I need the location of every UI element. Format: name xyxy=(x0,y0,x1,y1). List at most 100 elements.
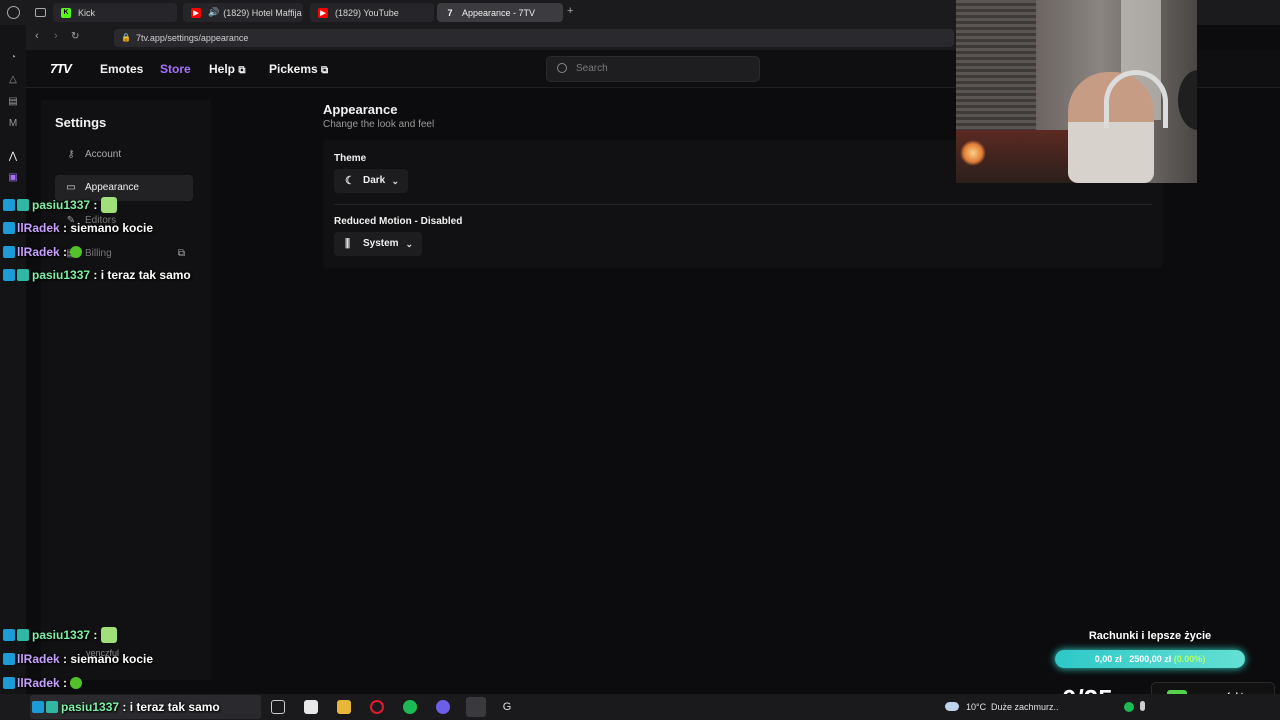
store-icon[interactable] xyxy=(304,700,318,714)
search-icon xyxy=(557,63,567,73)
youtube-icon: ▶ xyxy=(191,7,201,18)
reduced-motion-label: Reduced Motion - Disabled xyxy=(334,216,463,227)
tab-overview-icon[interactable] xyxy=(35,8,46,17)
task-view-icon[interactable] xyxy=(271,700,285,714)
weather-temp: 10°C xyxy=(966,702,987,712)
settings-item-label: Appearance xyxy=(85,182,139,193)
sub-badge-icon xyxy=(46,701,58,713)
tab-label: Kick xyxy=(78,7,96,18)
chat-username: llRadek xyxy=(17,245,60,259)
goal-percent: (0.00%) xyxy=(1173,654,1206,664)
nav-help[interactable]: Help ⧉ xyxy=(209,62,246,76)
tab-hotel-maffija[interactable]: ▶ 🔊 (1829) Hotel Maffija xyxy=(183,3,303,22)
settings-item-account[interactable]: ⚷ Account xyxy=(55,142,193,168)
chat-message: siemano kocie xyxy=(70,221,154,235)
theme-value: Dark xyxy=(363,175,386,186)
logitech-icon[interactable]: G xyxy=(500,700,514,714)
kick-badge-icon xyxy=(3,269,15,281)
settings-title: Settings xyxy=(55,115,107,130)
tab-label: (1829) Hotel Maffija xyxy=(223,7,302,18)
browser-menu-icon[interactable] xyxy=(7,6,20,19)
spotify-tray-icon[interactable] xyxy=(1124,702,1134,712)
notes-icon[interactable]: ▤ xyxy=(6,95,20,109)
moon-icon: ☾ xyxy=(345,175,355,187)
chat-line: pasiu1337 : xyxy=(3,625,117,645)
weather-text: Duże zachmurz... xyxy=(991,702,1059,712)
tab-appearance-7tv[interactable]: 7 Appearance - 7TV xyxy=(437,3,563,22)
webcam-overlay xyxy=(956,0,1197,183)
messenger-icon[interactable]: M xyxy=(6,117,20,131)
history-icon[interactable]: ◔ xyxy=(6,51,20,65)
goal-target: 2500,00 zł xyxy=(1129,654,1172,664)
chat-separator: : xyxy=(59,221,71,235)
chat-separator: : xyxy=(59,676,71,690)
chat-username: llRadek xyxy=(17,221,60,235)
divider xyxy=(334,204,1152,205)
page-subtitle: Change the look and feel xyxy=(323,119,435,130)
aria-icon[interactable]: △ xyxy=(6,73,20,87)
chat-line: llRadek : xyxy=(3,242,83,262)
emote-icon xyxy=(100,197,117,213)
reduced-motion-dropdown[interactable]: ⫼ System ⌄ xyxy=(334,232,422,256)
mic-tray-icon[interactable] xyxy=(1140,701,1145,711)
kick-badge-icon xyxy=(32,701,44,713)
weather-icon xyxy=(945,702,959,711)
reload-icon[interactable]: ↻ xyxy=(71,31,79,42)
spotify-icon[interactable] xyxy=(403,700,417,714)
settings-sidebar: Settings ⚷ Account ▭ Appearance ✎ Editor… xyxy=(41,100,211,680)
goal-progress-bar: 0,00 zł 2500,00 zł (0.00%) xyxy=(1055,650,1245,668)
speaker-icon[interactable]: 🔊 xyxy=(208,7,219,18)
chat-separator: : xyxy=(90,198,101,212)
theme-dropdown[interactable]: ☾ Dark ⌄ xyxy=(334,169,408,193)
settings-item-label: Billing xyxy=(85,248,112,259)
search-placeholder: Search xyxy=(576,63,608,74)
chat-line: pasiu1337 : xyxy=(3,195,117,215)
donation-goal-widget: Rachunki i lepsze życie 0,00 zł 2500,00 … xyxy=(1054,628,1246,672)
sub-badge-icon xyxy=(17,269,29,281)
arc-icon[interactable]: ⋀ xyxy=(6,150,20,164)
chevron-down-icon: ⌄ xyxy=(405,239,413,249)
chat-username: pasiu1337 xyxy=(32,268,91,282)
tab-youtube[interactable]: ▶ (1829) YouTube xyxy=(310,3,434,22)
nav-emotes[interactable]: Emotes xyxy=(100,62,143,76)
tab-kick[interactable]: K Kick xyxy=(53,3,177,22)
chat-username: pasiu1337 xyxy=(32,628,91,642)
chat-separator: : xyxy=(59,245,71,259)
chat-message: i teraz tak samo xyxy=(129,700,220,714)
nav-store[interactable]: Store xyxy=(160,62,191,76)
chat-line: llRadek : siemano kocie xyxy=(3,649,153,669)
tab-label: Appearance - 7TV xyxy=(462,7,536,18)
obs-icon[interactable] xyxy=(466,697,486,717)
external-link-icon: ⧉ xyxy=(238,65,246,76)
url-field[interactable]: 🔒 7tv.app/settings/appearance xyxy=(114,29,954,47)
7tv-icon: 7 xyxy=(447,7,453,18)
chevron-down-icon: ⌄ xyxy=(391,176,399,186)
chat-separator: : xyxy=(90,268,101,282)
kick-icon: K xyxy=(61,7,71,18)
taskbar-search[interactable]: pasiu1337 : i teraz tak samo xyxy=(30,695,261,719)
page-title: Appearance xyxy=(323,102,398,117)
twitch-icon[interactable]: ▣ xyxy=(6,171,20,185)
window-blinds xyxy=(956,0,1036,150)
chat-separator: : xyxy=(90,628,101,642)
kick-badge-icon xyxy=(3,222,15,234)
chat-watermark: venczful xyxy=(86,648,120,658)
search-input[interactable]: Search xyxy=(546,56,760,82)
discord-icon[interactable] xyxy=(436,700,450,714)
file-explorer-icon[interactable] xyxy=(337,700,351,714)
external-link-icon: ⧉ xyxy=(321,65,329,76)
7tv-logo[interactable]: 7TV xyxy=(50,61,72,76)
forward-icon[interactable]: › xyxy=(54,30,58,42)
chat-username: pasiu1337 xyxy=(61,700,120,714)
goal-title: Rachunki i lepsze życie xyxy=(1088,630,1212,642)
goal-current: 0,00 zł xyxy=(1094,654,1122,664)
chat-separator: : xyxy=(119,700,130,714)
new-tab-button[interactable]: + xyxy=(567,5,573,17)
kick-badge-icon xyxy=(3,246,15,258)
chat-line: pasiu1337 : i teraz tak samo xyxy=(32,697,220,717)
opera-icon[interactable] xyxy=(370,700,384,714)
nav-pickems[interactable]: Pickems ⧉ xyxy=(269,62,328,76)
back-icon[interactable]: ‹ xyxy=(35,30,39,42)
kick-badge-icon xyxy=(3,677,15,689)
chat-line: pasiu1337 : i teraz tak samo xyxy=(3,265,191,285)
